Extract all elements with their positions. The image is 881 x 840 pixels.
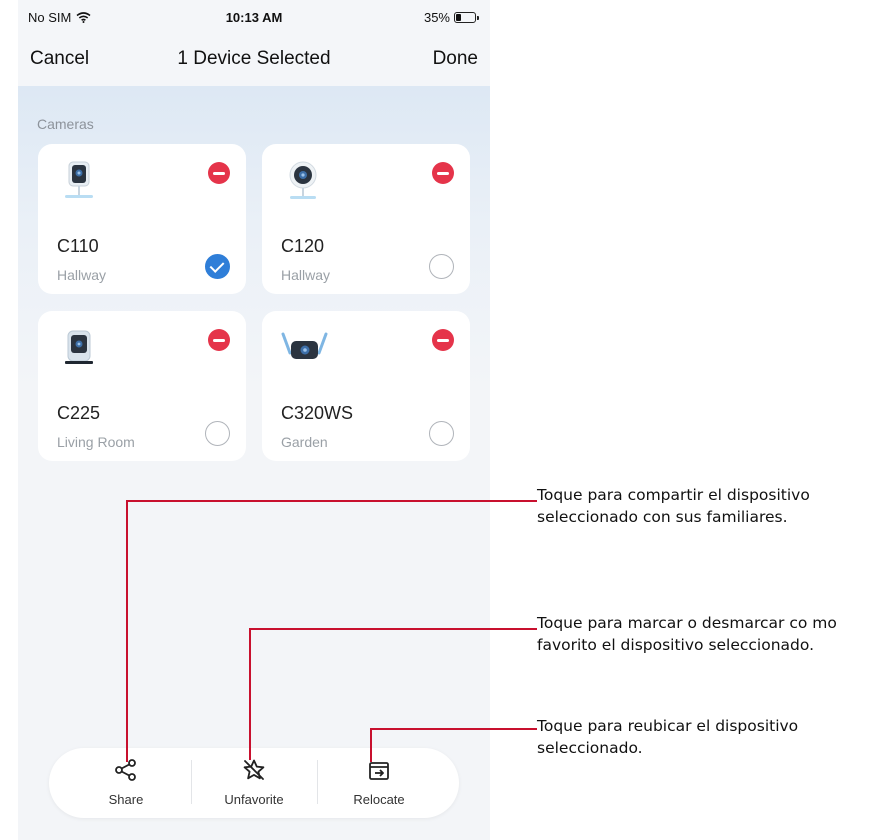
device-card-c110[interactable]: C110 Hallway <box>38 144 246 294</box>
relocate-callout-line <box>370 728 372 762</box>
select-checkbox[interactable] <box>205 254 230 279</box>
relocate-callout-text: Toque para reubicar el dispositivo selec… <box>537 717 799 757</box>
camera-c120-icon <box>289 161 317 199</box>
select-checkbox[interactable] <box>429 254 454 279</box>
section-label: Cameras <box>37 116 94 132</box>
share-callout-line <box>126 500 128 762</box>
share-callout-text: Toque para compartir el dispositivo sele… <box>537 486 810 526</box>
done-button[interactable]: Done <box>433 48 478 70</box>
relocate-button[interactable]: Relocate <box>319 748 439 818</box>
divider <box>317 760 318 804</box>
device-name: C110 <box>57 236 99 256</box>
device-room: Hallway <box>281 267 331 283</box>
favorite-callout-line <box>249 628 251 760</box>
device-room: Garden <box>281 434 328 450</box>
screen: No SIM 10:13 AM 35% Cancel 1 Device Sele… <box>0 0 881 840</box>
device-name: C120 <box>281 236 325 256</box>
remove-device-button[interactable] <box>432 162 454 184</box>
unfavorite-label: Unfavorite <box>224 792 284 807</box>
status-time: 10:13 AM <box>225 10 283 25</box>
device-card-c320ws[interactable]: C320WS Garden <box>262 311 470 461</box>
remove-device-button[interactable] <box>208 329 230 351</box>
star-slash-icon <box>243 759 265 780</box>
remove-device-button[interactable] <box>432 329 454 351</box>
device-card-c120[interactable]: C120 Hallway <box>262 144 470 294</box>
camera-c320ws-icon <box>281 332 328 359</box>
battery-percent: 35% <box>423 10 450 25</box>
select-checkbox[interactable] <box>205 421 230 446</box>
favorite-callout-text: Toque para marcar o desmarcar co mo favo… <box>537 614 837 654</box>
device-room: Living Room <box>57 434 135 450</box>
select-checkbox[interactable] <box>429 421 454 446</box>
share-label: Share <box>108 792 144 807</box>
camera-c110-icon <box>65 161 93 198</box>
camera-c225-icon <box>65 330 93 364</box>
device-card-c225[interactable]: C225 Living Room <box>38 311 246 461</box>
favorite-callout-line <box>249 628 537 630</box>
device-name: C225 <box>57 403 101 423</box>
battery-icon <box>454 12 479 23</box>
relocate-callout-line <box>370 728 537 730</box>
share-callout-line <box>126 500 537 502</box>
unfavorite-button[interactable]: Unfavorite <box>194 748 314 818</box>
device-room: Hallway <box>57 267 107 283</box>
relocate-label: Relocate <box>353 792 405 807</box>
nav-bar: Cancel 1 Device Selected Done <box>18 36 490 86</box>
device-name: C320WS <box>281 403 354 423</box>
remove-device-button[interactable] <box>208 162 230 184</box>
battery-fill <box>456 14 461 21</box>
status-bar: No SIM 10:13 AM 35% <box>18 0 490 36</box>
status-right: 35% <box>423 10 479 25</box>
page-title: 1 Device Selected <box>177 48 331 69</box>
action-bar: Share Unfavorite Relocate <box>49 748 459 818</box>
divider <box>191 760 192 804</box>
phone-screen: No SIM 10:13 AM 35% Cancel 1 Device Sele… <box>18 0 490 840</box>
device-list: Cameras C110 Hallway C120 Hallway C225 L… <box>18 86 490 840</box>
